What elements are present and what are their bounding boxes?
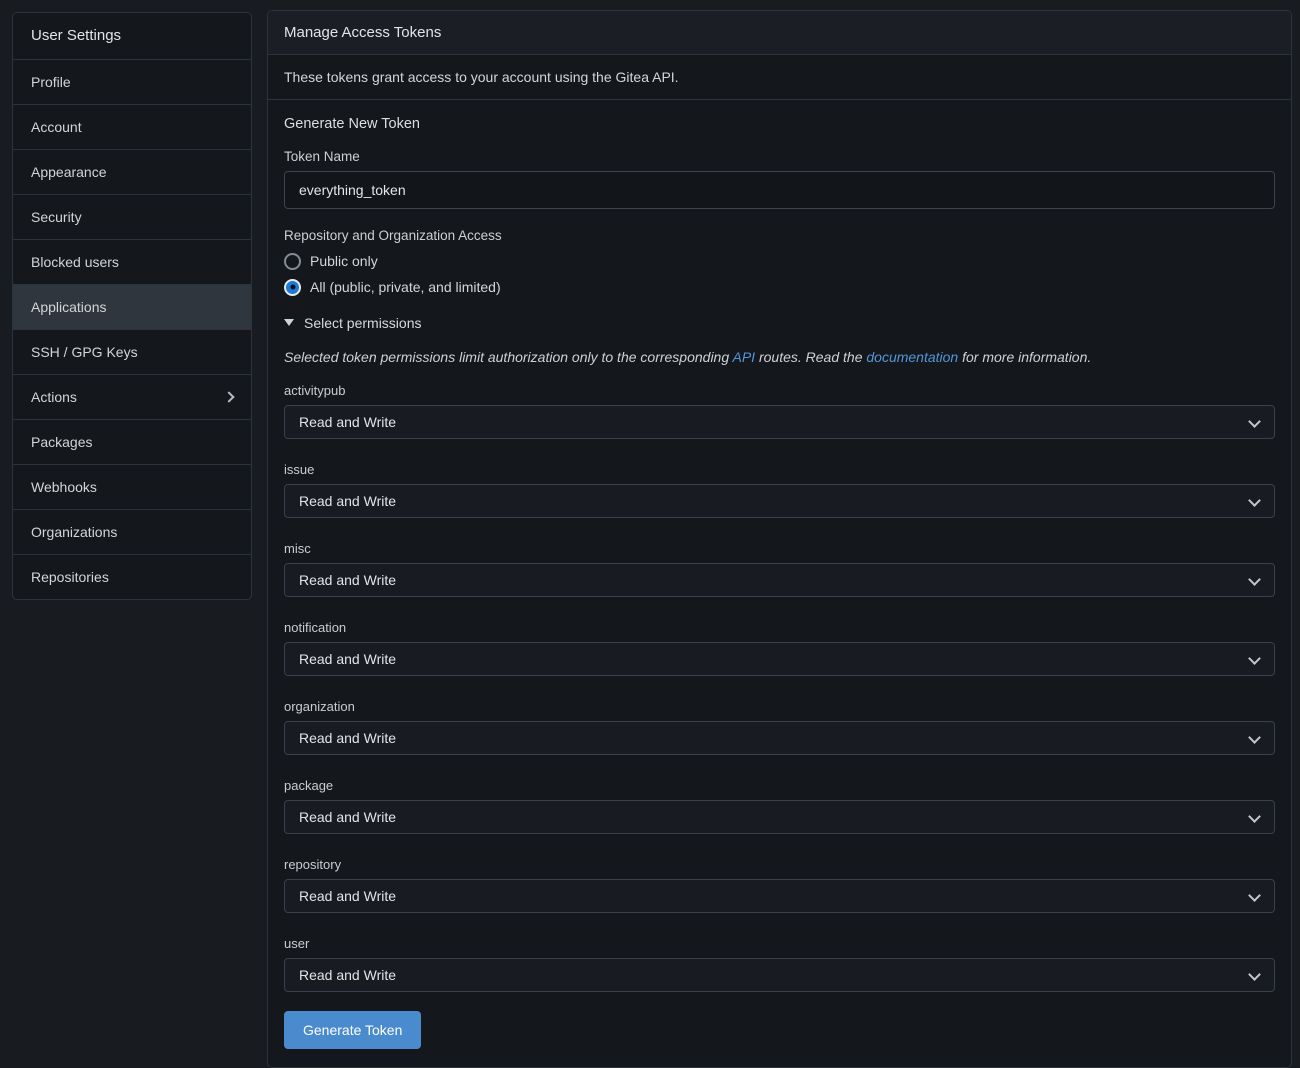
permission-label-organization: organization bbox=[284, 699, 1275, 714]
permission-label-user: user bbox=[284, 936, 1275, 951]
sidebar-item-label: Blocked users bbox=[31, 240, 119, 284]
chevron-right-icon bbox=[223, 391, 234, 402]
radio-all-access[interactable]: All (public, private, and limited) bbox=[284, 278, 1275, 296]
chevron-down-icon bbox=[1248, 652, 1261, 665]
sidebar-item-repositories[interactable]: Repositories bbox=[13, 554, 251, 599]
radio-public-only[interactable]: Public only bbox=[284, 252, 1275, 270]
sidebar-item-actions[interactable]: Actions bbox=[13, 374, 251, 419]
select-permissions-label: Select permissions bbox=[304, 315, 422, 331]
permission-label-issue: issue bbox=[284, 462, 1275, 477]
permission-select-activitypub[interactable]: Read and Write bbox=[284, 405, 1275, 439]
api-link[interactable]: API bbox=[733, 349, 756, 365]
sidebar-item-profile[interactable]: Profile bbox=[13, 59, 251, 104]
sidebar-item-label: Webhooks bbox=[31, 465, 97, 509]
chevron-down-icon bbox=[1248, 889, 1261, 902]
token-name-label: Token Name bbox=[284, 149, 1275, 164]
generate-token-button[interactable]: Generate Token bbox=[284, 1011, 421, 1049]
sidebar-item-label: Account bbox=[31, 105, 82, 149]
sidebar-item-webhooks[interactable]: Webhooks bbox=[13, 464, 251, 509]
sidebar-item-applications[interactable]: Applications bbox=[13, 284, 251, 329]
permission-select-repository[interactable]: Read and Write bbox=[284, 879, 1275, 913]
radio-label: All (public, private, and limited) bbox=[310, 279, 501, 295]
radio-label: Public only bbox=[310, 253, 378, 269]
permission-label-notification: notification bbox=[284, 620, 1275, 635]
select-value: Read and Write bbox=[299, 414, 396, 430]
documentation-link[interactable]: documentation bbox=[866, 349, 958, 365]
sidebar-item-blocked-users[interactable]: Blocked users bbox=[13, 239, 251, 284]
permission-label-misc: misc bbox=[284, 541, 1275, 556]
permission-select-issue[interactable]: Read and Write bbox=[284, 484, 1275, 518]
permission-label-package: package bbox=[284, 778, 1275, 793]
sidebar-item-organizations[interactable]: Organizations bbox=[13, 509, 251, 554]
select-value: Read and Write bbox=[299, 888, 396, 904]
sidebar-item-packages[interactable]: Packages bbox=[13, 419, 251, 464]
sidebar-item-label: Actions bbox=[31, 375, 77, 419]
select-value: Read and Write bbox=[299, 651, 396, 667]
access-scope-label: Repository and Organization Access bbox=[284, 228, 1275, 243]
sidebar-item-label: SSH / GPG Keys bbox=[31, 330, 138, 374]
permission-select-package[interactable]: Read and Write bbox=[284, 800, 1275, 834]
sidebar-item-label: Applications bbox=[31, 285, 107, 329]
chevron-down-icon bbox=[1248, 494, 1261, 507]
sidebar-item-label: Appearance bbox=[31, 150, 107, 194]
sidebar-title: User Settings bbox=[13, 13, 251, 59]
select-permissions-toggle[interactable]: Select permissions bbox=[284, 314, 1275, 331]
sidebar-item-security[interactable]: Security bbox=[13, 194, 251, 239]
select-value: Read and Write bbox=[299, 730, 396, 746]
permission-label-repository: repository bbox=[284, 857, 1275, 872]
chevron-down-icon bbox=[1248, 573, 1261, 586]
page-title: Manage Access Tokens bbox=[268, 11, 1291, 55]
tokens-description: These tokens grant access to your accoun… bbox=[268, 55, 1291, 100]
note-text: Selected token permissions limit authori… bbox=[284, 349, 733, 365]
permission-select-user[interactable]: Read and Write bbox=[284, 958, 1275, 992]
sidebar-item-label: Organizations bbox=[31, 510, 117, 554]
select-value: Read and Write bbox=[299, 967, 396, 983]
permissions-note: Selected token permissions limit authori… bbox=[284, 349, 1275, 365]
manage-tokens-panel: Manage Access Tokens These tokens grant … bbox=[267, 10, 1292, 1068]
permission-select-organization[interactable]: Read and Write bbox=[284, 721, 1275, 755]
sidebar-item-label: Profile bbox=[31, 60, 71, 104]
sidebar-item-label: Packages bbox=[31, 420, 92, 464]
form-heading: Generate New Token bbox=[284, 116, 1275, 132]
sidebar-item-label: Security bbox=[31, 195, 82, 239]
note-text: routes. Read the bbox=[755, 349, 866, 365]
radio-icon[interactable] bbox=[284, 253, 301, 270]
generate-token-form: Generate New Token Token Name Repository… bbox=[268, 100, 1291, 1067]
select-value: Read and Write bbox=[299, 493, 396, 509]
select-value: Read and Write bbox=[299, 572, 396, 588]
permission-label-activitypub: activitypub bbox=[284, 383, 1275, 398]
chevron-down-icon bbox=[1248, 968, 1261, 981]
token-name-input[interactable] bbox=[284, 171, 1275, 209]
chevron-down-icon bbox=[1248, 415, 1261, 428]
chevron-down-icon bbox=[1248, 731, 1261, 744]
caret-down-icon bbox=[284, 319, 294, 326]
settings-sidebar: User Settings Profile Account Appearance… bbox=[12, 12, 252, 600]
sidebar-item-account[interactable]: Account bbox=[13, 104, 251, 149]
select-value: Read and Write bbox=[299, 809, 396, 825]
sidebar-item-ssh-gpg-keys[interactable]: SSH / GPG Keys bbox=[13, 329, 251, 374]
chevron-down-icon bbox=[1248, 810, 1261, 823]
permission-select-misc[interactable]: Read and Write bbox=[284, 563, 1275, 597]
radio-icon[interactable] bbox=[284, 279, 301, 296]
note-text: for more information. bbox=[958, 349, 1091, 365]
sidebar-item-appearance[interactable]: Appearance bbox=[13, 149, 251, 194]
sidebar-item-label: Repositories bbox=[31, 555, 109, 599]
permission-select-notification[interactable]: Read and Write bbox=[284, 642, 1275, 676]
